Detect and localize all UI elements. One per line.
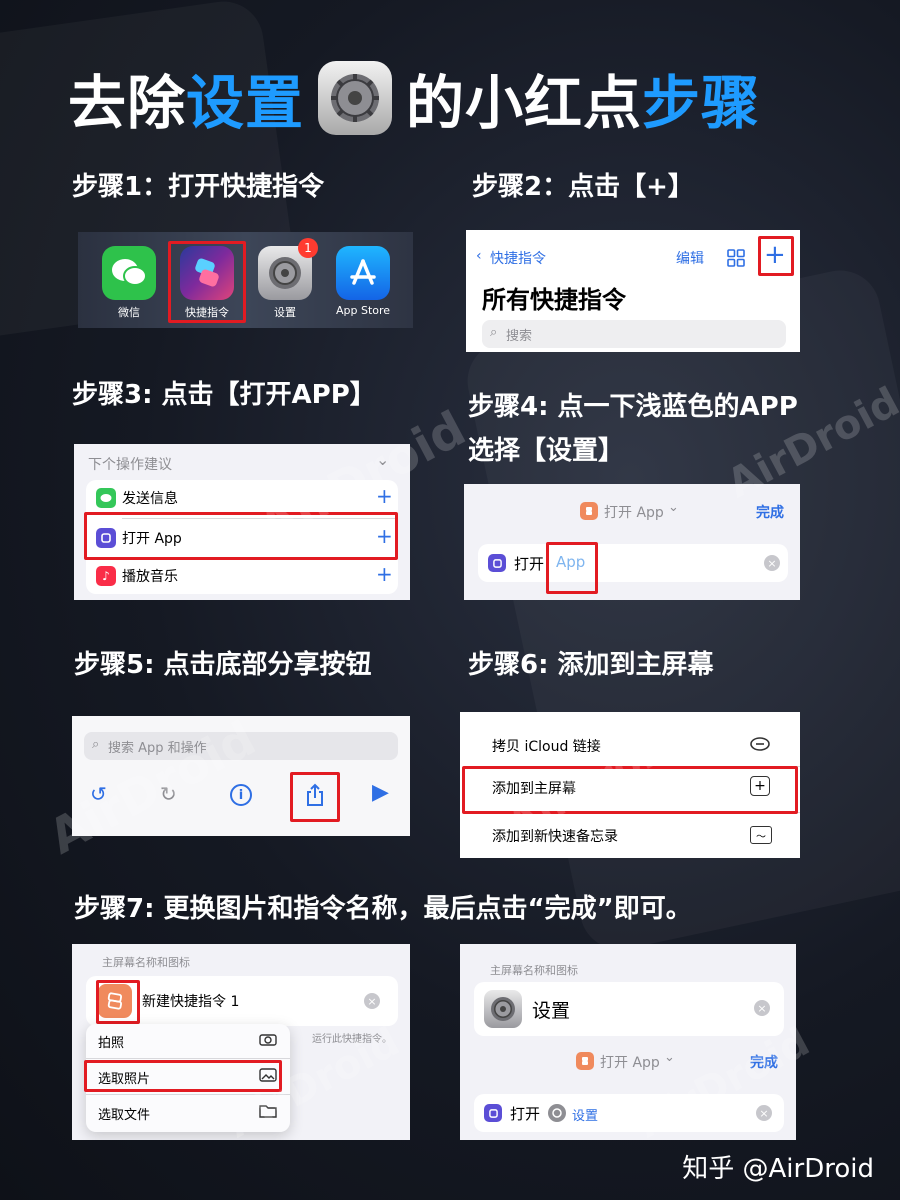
action-title: 打开 App <box>600 1055 660 1071</box>
app-parameter[interactable]: 设置 <box>572 1105 598 1124</box>
done-button[interactable]: 完成 <box>756 502 784 522</box>
hint-text: 运行此快捷指令。 <box>312 1034 392 1045</box>
settings-mini-icon <box>548 1104 566 1122</box>
app-store-icon[interactable] <box>336 246 390 300</box>
open-app-action: 打开 App × <box>478 544 788 582</box>
clear-icon[interactable]: × <box>764 555 780 571</box>
step-7-label: 步骤7: 更换图片和指令名称，最后点击“完成”即可。 <box>74 894 692 924</box>
dock-panel: 微信 快捷指令 1 设置 App Store <box>78 232 413 328</box>
shortcut-name-field[interactable]: 新建快捷指令 1 <box>142 991 239 1011</box>
divider <box>86 1058 290 1059</box>
highlight-add-to-home <box>462 766 798 814</box>
open-app-panel: 打开 App ⌄ 完成 打开 App × <box>464 484 800 600</box>
clear-icon[interactable]: × <box>754 1000 770 1016</box>
title-part-3: 的小红点 <box>406 69 643 137</box>
shortcut-name-field[interactable]: 设置 <box>532 996 570 1023</box>
highlight-shortcuts <box>168 241 246 323</box>
title-chevron-icon[interactable]: ⌄ <box>668 500 679 515</box>
step-5-label: 步骤5: 点击底部分享按钮 <box>74 650 372 680</box>
done-button[interactable]: 完成 <box>750 1052 778 1072</box>
home-section-label: 主屏幕名称和图标 <box>102 956 190 969</box>
quick-note-icon: ～ <box>750 826 772 844</box>
footer-credit: 知乎 @AirDroid <box>682 1154 874 1184</box>
shortcuts-list-panel: ‹ 快捷指令 编辑 + 所有快捷指令 ⌕ 搜索 <box>466 230 800 352</box>
add-to-quick-note-item[interactable]: 添加到新快速备忘录 <box>492 826 618 846</box>
title-part-1: 去除 <box>68 69 187 137</box>
clear-icon[interactable]: × <box>364 993 380 1009</box>
shortcut-small-icon <box>580 502 598 520</box>
highlight-icon <box>96 980 140 1024</box>
copy-icloud-link-item[interactable]: 拷贝 iCloud 链接 <box>492 736 601 756</box>
messages-icon <box>96 488 116 508</box>
divider <box>86 1094 290 1095</box>
highlight-share <box>290 772 340 822</box>
notification-badge: 1 <box>298 238 318 258</box>
back-chevron-icon[interactable]: ‹ <box>476 248 482 264</box>
step-2-label: 步骤2：点击【+】 <box>472 172 694 202</box>
search-icon: ⌕ <box>490 325 498 340</box>
step-1-label: 步骤1：打开快捷指令 <box>72 172 325 202</box>
home-section-label: 主屏幕名称和图标 <box>490 964 578 977</box>
editor-toolbar-panel: ⌕ 搜索 App 和操作 ↺ ↻ i ▶ <box>72 716 410 836</box>
open-label: 打开 <box>514 555 545 573</box>
menu-choose-file[interactable]: 选取文件 <box>98 1104 150 1123</box>
grid-view-icon[interactable] <box>726 248 746 268</box>
music-icon: ♪ <box>96 566 116 586</box>
home-edit-panel: 主屏幕名称和图标 新建快捷指令 1 × 运行此快捷指令。 拍照 选取照片 选取文… <box>72 944 410 1140</box>
photo-menu: 拍照 选取照片 选取文件 <box>84 1024 290 1132</box>
edit-button[interactable]: 编辑 <box>676 248 704 268</box>
highlight-open-app <box>84 512 398 560</box>
run-play-icon[interactable]: ▶ <box>372 780 389 805</box>
add-send-message-button[interactable]: + <box>376 484 393 508</box>
back-button[interactable]: 快捷指令 <box>490 248 546 268</box>
step-6-label: 步骤6: 添加到主屏幕 <box>468 650 714 680</box>
search-actions-placeholder: 搜索 App 和操作 <box>108 741 207 756</box>
suggestions-header: 下个操作建议 <box>88 457 172 473</box>
home-name-row: 设置 × <box>474 982 784 1036</box>
wechat-icon[interactable] <box>102 246 156 300</box>
highlight-plus <box>758 236 794 276</box>
step-4-label: 步骤4: 点一下浅蓝色的APP <box>468 392 798 422</box>
dock-label-settings: 设置 <box>274 306 296 319</box>
dock-label-wechat: 微信 <box>118 306 140 319</box>
page-heading: 所有快捷指令 <box>482 286 626 314</box>
open-app-action: 打开 设置 × <box>474 1094 784 1132</box>
settings-icon[interactable] <box>484 990 522 1028</box>
title-part-4: 步骤 <box>642 69 761 137</box>
info-icon[interactable]: i <box>230 784 252 806</box>
menu-take-photo[interactable]: 拍照 <box>98 1032 124 1051</box>
search-placeholder: 搜索 <box>506 329 533 344</box>
open-app-action-icon <box>484 1104 502 1122</box>
undo-icon[interactable]: ↺ <box>90 782 107 806</box>
action-title: 打开 App <box>604 505 664 521</box>
link-icon <box>748 734 772 754</box>
open-app-action-icon <box>488 554 506 572</box>
title-chevron-icon[interactable]: ⌄ <box>664 1050 675 1065</box>
step-4-sublabel: 选择【设置】 <box>468 436 625 466</box>
shortcut-small-icon <box>576 1052 594 1070</box>
open-label: 打开 <box>510 1105 541 1123</box>
search-input[interactable]: ⌕ 搜索 <box>482 320 786 348</box>
infographic: 去除 设置 的小红点 步骤 步骤1：打开快捷指令 步骤2：点击【+】 步骤3: … <box>0 0 900 1200</box>
add-play-music-button[interactable]: + <box>376 562 393 586</box>
suggestion-send-message[interactable]: 发送信息 <box>122 488 178 508</box>
title-part-2: 设置 <box>186 69 305 137</box>
dock-label-app-store: App Store <box>335 304 391 317</box>
highlight-choose-photo <box>84 1060 282 1092</box>
page-title: 去除 设置 的小红点 步骤 <box>68 58 760 138</box>
clear-icon[interactable]: × <box>756 1105 772 1121</box>
search-actions-input[interactable]: ⌕ 搜索 App 和操作 <box>84 732 398 760</box>
step-3-label: 步骤3: 点击【打开APP】 <box>72 380 376 410</box>
folder-icon <box>258 1102 278 1120</box>
settings-gear-icon <box>318 61 393 135</box>
collapse-chevron-icon[interactable]: ⌄ <box>376 450 389 469</box>
suggestions-panel: 下个操作建议 ⌄ 发送信息 + 打开 App + ♪ 播放音乐 + <box>74 444 410 600</box>
suggestion-play-music[interactable]: 播放音乐 <box>122 566 178 586</box>
highlight-app-parameter <box>546 542 598 594</box>
camera-icon <box>258 1030 278 1048</box>
share-menu-panel: 拷贝 iCloud 链接 添加到主屏幕 + 添加到新快速备忘录 ～ <box>460 712 800 858</box>
home-final-panel: 主屏幕名称和图标 设置 × 打开 App ⌄ 完成 打开 设置 × <box>460 944 796 1140</box>
search-icon: ⌕ <box>92 737 100 752</box>
redo-icon[interactable]: ↻ <box>160 782 177 806</box>
